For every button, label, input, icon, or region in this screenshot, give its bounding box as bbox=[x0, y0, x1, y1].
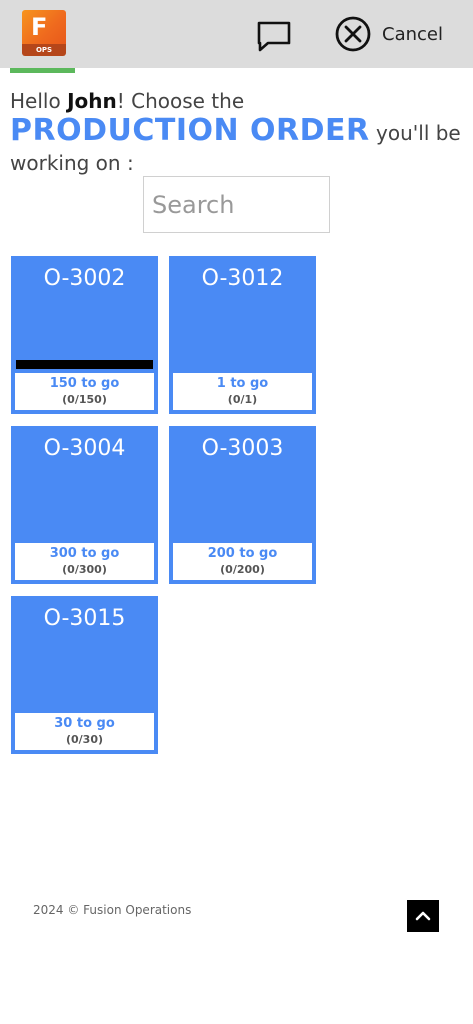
order-count: (0/150) bbox=[62, 393, 107, 406]
order-info-box: 300 to go (0/300) bbox=[15, 543, 154, 580]
chevron-up-icon bbox=[415, 911, 431, 921]
order-info-box: 30 to go (0/30) bbox=[15, 713, 154, 750]
order-tile-o-3004[interactable]: O-3004 300 to go (0/300) bbox=[11, 426, 158, 584]
scroll-to-top-button[interactable] bbox=[407, 900, 439, 932]
order-info-box: 150 to go (0/150) bbox=[15, 373, 154, 410]
order-tile-o-3012[interactable]: O-3012 1 to go (0/1) bbox=[169, 256, 316, 414]
order-count: (0/1) bbox=[227, 393, 258, 406]
order-progress-bar bbox=[16, 360, 153, 369]
close-circle-icon bbox=[335, 16, 371, 52]
greeting-emphasis: PRODUCTION ORDER bbox=[10, 113, 370, 148]
order-tile-o-3003[interactable]: O-3003 200 to go (0/200) bbox=[169, 426, 316, 584]
chat-button[interactable] bbox=[254, 18, 294, 56]
footer-copyright: 2024 © Fusion Operations bbox=[33, 903, 192, 917]
order-id: O-3015 bbox=[43, 606, 126, 631]
logo-letter: F bbox=[22, 10, 66, 44]
order-remaining: 150 to go bbox=[49, 376, 120, 391]
chat-icon bbox=[257, 21, 291, 52]
progress-indicator bbox=[10, 68, 75, 73]
order-remaining: 200 to go bbox=[207, 546, 278, 561]
order-remaining: 30 to go bbox=[54, 716, 115, 731]
order-tile-o-3002[interactable]: O-3002 150 to go (0/150) bbox=[11, 256, 158, 414]
greeting-prefix: Hello bbox=[10, 89, 68, 113]
order-id: O-3003 bbox=[201, 436, 284, 461]
order-count: (0/300) bbox=[62, 563, 107, 576]
order-info-box: 200 to go (0/200) bbox=[173, 543, 312, 580]
order-info-box: 1 to go (0/1) bbox=[173, 373, 312, 410]
greeting-middle: ! Choose the bbox=[116, 89, 245, 113]
greeting-text: Hello John! Choose the PRODUCTION ORDER … bbox=[10, 86, 470, 178]
top-bar: F OPS Cancel bbox=[0, 0, 473, 68]
order-count: (0/200) bbox=[220, 563, 265, 576]
order-remaining: 300 to go bbox=[49, 546, 120, 561]
logo-sub: OPS bbox=[22, 44, 66, 56]
user-name: John bbox=[67, 89, 117, 113]
cancel-button[interactable]: Cancel bbox=[334, 14, 454, 54]
order-tile-o-3015[interactable]: O-3015 30 to go (0/30) bbox=[11, 596, 158, 754]
order-id: O-3002 bbox=[43, 266, 126, 291]
order-count: (0/30) bbox=[65, 733, 104, 746]
search-input[interactable] bbox=[143, 176, 330, 233]
app-logo: F OPS bbox=[22, 10, 66, 56]
order-id: O-3004 bbox=[43, 436, 126, 461]
order-remaining: 1 to go bbox=[216, 376, 269, 391]
cancel-label: Cancel bbox=[382, 23, 443, 45]
order-id: O-3012 bbox=[201, 266, 284, 291]
